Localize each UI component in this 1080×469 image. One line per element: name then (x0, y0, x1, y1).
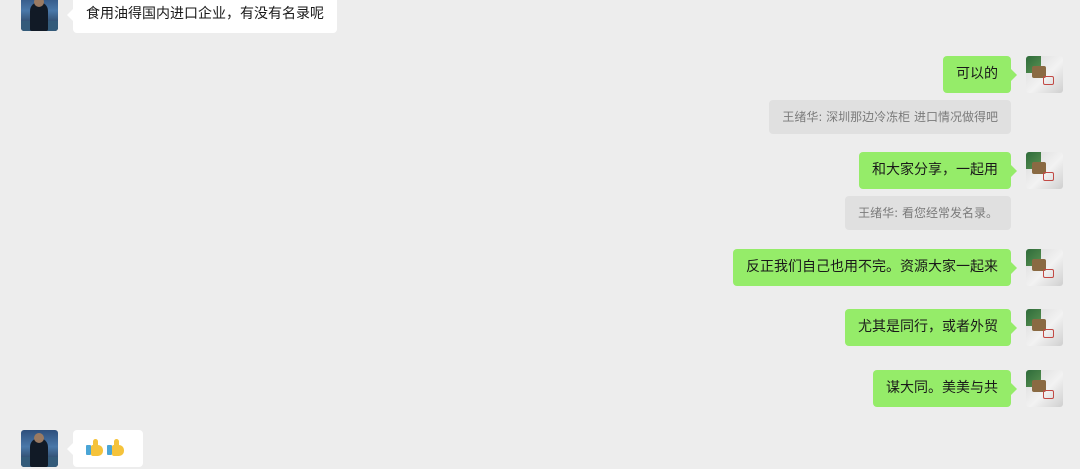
self-avatar[interactable] (1026, 370, 1063, 407)
avatar-stamp (1043, 390, 1054, 399)
message-bubble-outgoing[interactable]: 可以的 (943, 56, 1017, 93)
self-avatar[interactable] (1026, 152, 1063, 189)
thumbs-up-icon (86, 439, 104, 457)
message-bubble-outgoing[interactable]: 尤其是同行，或者外贸 (845, 309, 1017, 346)
chat-message-list: 食用油得国内进口企业，有没有名录呢 可以的 王绪华: 深圳那边冷冻柜 进口情况做… (0, 0, 1080, 469)
avatar-stamp (1043, 172, 1054, 181)
self-avatar[interactable] (1026, 309, 1063, 346)
contact-avatar[interactable] (21, 0, 58, 31)
thumbs-up-icon (107, 439, 125, 457)
message-bubble-outgoing[interactable]: 反正我们自己也用不完。资源大家一起来 (733, 249, 1017, 286)
avatar-stamp (1043, 329, 1054, 338)
message-bubble-outgoing[interactable]: 谋大同。美美与共 (873, 370, 1017, 407)
emoji-row (86, 439, 125, 457)
message-bubble-outgoing[interactable]: 和大家分享，一起用 (859, 152, 1017, 189)
message-bubble-incoming-emoji[interactable] (67, 430, 143, 467)
avatar-stamp (1043, 269, 1054, 278)
self-avatar[interactable] (1026, 249, 1063, 286)
avatar-stamp (1043, 76, 1054, 85)
quoted-message[interactable]: 王绪华: 深圳那边冷冻柜 进口情况做得吧 (769, 100, 1011, 134)
contact-avatar[interactable] (21, 430, 58, 467)
message-bubble-incoming[interactable]: 食用油得国内进口企业，有没有名录呢 (67, 0, 337, 33)
avatar-head (34, 433, 44, 443)
self-avatar[interactable] (1026, 56, 1063, 93)
quoted-message[interactable]: 王绪华: 看您经常发名录。 (845, 196, 1011, 230)
